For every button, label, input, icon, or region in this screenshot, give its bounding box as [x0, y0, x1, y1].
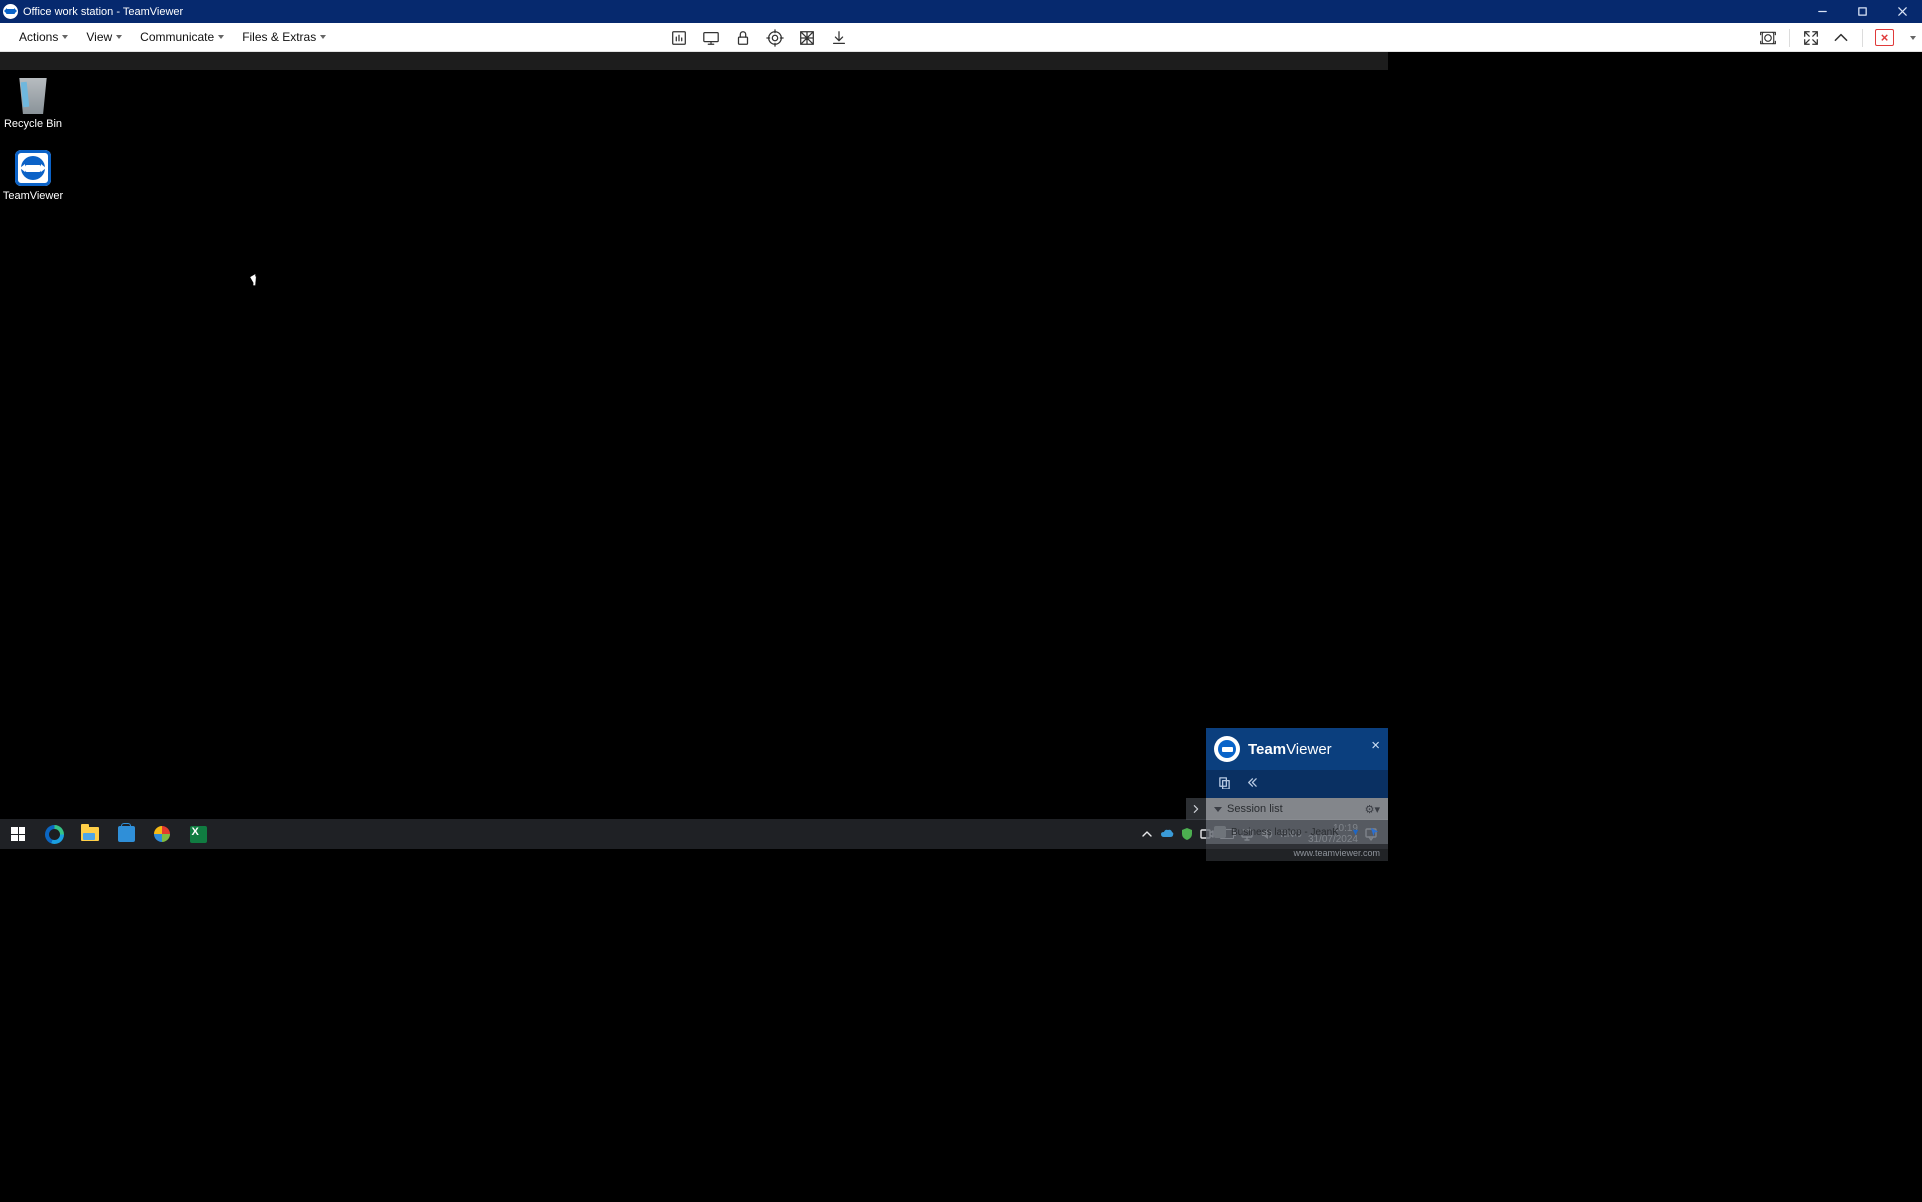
panel-close-button[interactable]: × — [1371, 737, 1380, 754]
close-session-button[interactable] — [1875, 29, 1894, 46]
taskbar-app-edge[interactable] — [36, 819, 72, 849]
remote-taskbar[interactable]: ENG 10:19 31/07/2024 — [0, 819, 1388, 849]
excel-icon — [190, 826, 207, 843]
taskbar-app-store[interactable] — [108, 819, 144, 849]
monitor-icon[interactable] — [702, 29, 720, 47]
chevron-down-icon — [320, 35, 326, 39]
window-titlebar: Office work station - TeamViewer — [0, 0, 1922, 23]
menu-communicate-label: Communicate — [140, 30, 214, 44]
teamviewer-logo-icon — [3, 4, 18, 19]
session-item-label: Business laptop - JeanK — [1231, 827, 1339, 838]
panel-brand-light: Viewer — [1286, 741, 1332, 758]
desktop-icon-teamviewer[interactable]: TeamViewer — [0, 150, 70, 202]
teamviewer-logo-icon — [1214, 736, 1240, 762]
office-icon — [154, 826, 170, 842]
lock-icon[interactable] — [734, 29, 752, 47]
remote-top-strip — [0, 52, 1388, 70]
menu-view-label: View — [86, 30, 112, 44]
panel-header[interactable]: TeamViewer × — [1206, 728, 1388, 770]
panel-collapse-icon[interactable] — [1245, 776, 1258, 792]
panel-brand-bold: Team — [1248, 741, 1286, 758]
close-button[interactable] — [1882, 0, 1922, 23]
panel-toolbar — [1206, 770, 1388, 798]
chevron-down-icon — [62, 35, 68, 39]
tray-overflow-icon[interactable] — [1140, 827, 1154, 841]
taskbar-app-excel[interactable] — [180, 819, 216, 849]
menu-actions-label: Actions — [19, 30, 58, 44]
panel-expand-tab[interactable] — [1186, 798, 1206, 820]
toolbar-center-icons — [670, 23, 848, 52]
teamviewer-side-panel[interactable]: TeamViewer × Session list ⚙▾ Business la… — [1206, 728, 1388, 861]
taskbar-left — [0, 819, 216, 849]
panel-copy-icon[interactable] — [1218, 776, 1231, 792]
panel-footer[interactable]: www.teamviewer.com — [1206, 844, 1388, 861]
fullscreen-icon[interactable] — [1802, 29, 1820, 47]
separator — [1862, 29, 1863, 47]
start-button[interactable] — [0, 819, 36, 849]
session-list-title: Session list — [1227, 803, 1283, 815]
menu-actions[interactable]: Actions — [10, 23, 77, 51]
desktop-icon-label: Recycle Bin — [0, 118, 70, 130]
desktop-icon-recycle-bin[interactable]: Recycle Bin — [0, 78, 70, 130]
edge-icon — [45, 825, 64, 844]
window-controls — [1802, 0, 1922, 23]
menu-communicate[interactable]: Communicate — [131, 23, 233, 51]
avatar-icon — [1214, 826, 1226, 838]
screenshot-icon[interactable] — [1759, 29, 1777, 47]
recycle-bin-icon — [15, 78, 51, 114]
main-toolbar: Actions View Communicate Files & Extras — [0, 23, 1922, 52]
remote-desktop[interactable]: Recycle Bin TeamViewer — [0, 70, 1388, 819]
panel-footer-link[interactable]: www.teamviewer.com — [1293, 848, 1380, 858]
menu-files-label: Files & Extras — [242, 30, 316, 44]
desktop-icon-label: TeamViewer — [0, 190, 70, 202]
panel-session-section: Session list ⚙▾ Business laptop - JeanK … — [1206, 798, 1388, 844]
maximize-button[interactable] — [1842, 0, 1882, 23]
triangle-down-icon — [1214, 807, 1222, 812]
menu-files-extras[interactable]: Files & Extras — [233, 23, 335, 51]
gear-icon[interactable]: ⚙▾ — [1365, 803, 1380, 816]
collapse-icon[interactable] — [1832, 29, 1850, 47]
session-item[interactable]: Business laptop - JeanK ▼ — [1206, 820, 1388, 844]
folder-icon — [81, 827, 99, 841]
chevron-down-icon[interactable] — [1910, 36, 1916, 40]
menu-view[interactable]: View — [77, 23, 131, 51]
session-item-menu[interactable]: ▼ — [1351, 827, 1360, 837]
tray-onedrive-icon[interactable] — [1160, 827, 1174, 841]
taskbar-app-explorer[interactable] — [72, 819, 108, 849]
store-icon — [118, 826, 135, 842]
session-list-header[interactable]: Session list ⚙▾ — [1206, 798, 1388, 820]
chevron-down-icon — [116, 35, 122, 39]
windows-logo-icon — [11, 827, 25, 841]
dashboard-icon[interactable] — [670, 29, 688, 47]
chevron-down-icon — [218, 35, 224, 39]
cursor-icon[interactable] — [1369, 827, 1380, 838]
remote-screen[interactable]: Recycle Bin TeamViewer — [0, 52, 1388, 849]
minimize-button[interactable] — [1802, 0, 1842, 23]
download-icon[interactable] — [830, 29, 848, 47]
teamviewer-icon — [15, 150, 51, 186]
remote-stage: Recycle Bin TeamViewer — [0, 52, 1922, 1202]
taskbar-app-office[interactable] — [144, 819, 180, 849]
tray-security-icon[interactable] — [1180, 827, 1194, 841]
separator — [1789, 29, 1790, 47]
mouse-cursor-icon — [250, 274, 260, 285]
target-icon[interactable] — [766, 29, 784, 47]
window-title: Office work station - TeamViewer — [23, 6, 183, 18]
grid-icon[interactable] — [798, 29, 816, 47]
toolbar-right-icons — [1759, 23, 1916, 52]
